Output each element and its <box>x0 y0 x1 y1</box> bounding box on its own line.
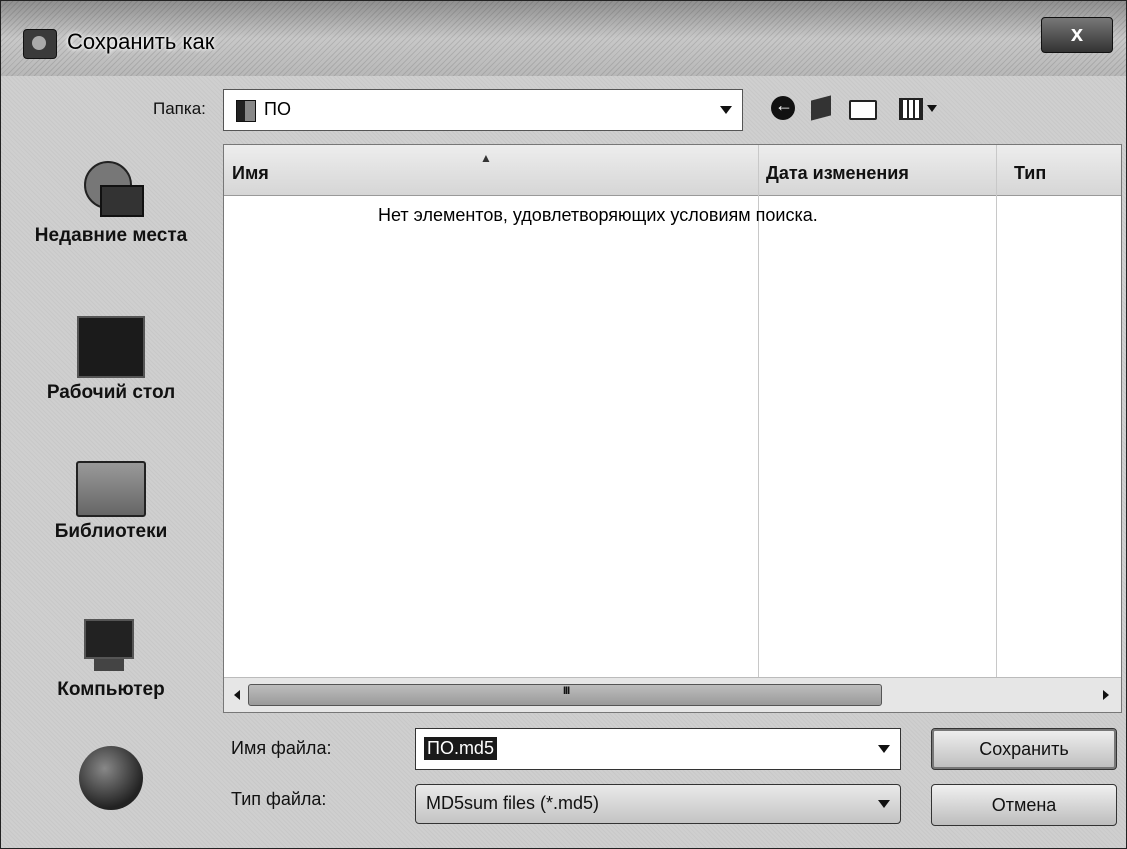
scroll-right-icon[interactable] <box>1103 690 1109 700</box>
place-label: Компьютер <box>57 679 165 700</box>
column-header: Имя ▲ Дата изменения Тип <box>224 145 1121 196</box>
empty-message: Нет элементов, удовлетворяющих условиям … <box>378 205 818 225</box>
place-libraries[interactable]: Библиотеки <box>1 461 221 547</box>
desktop-icon <box>77 316 145 378</box>
places-bar: Недавние места Рабочий стол Библиотеки К… <box>1 141 221 848</box>
chevron-down-icon[interactable] <box>878 800 890 808</box>
up-folder-icon[interactable] <box>809 94 839 122</box>
place-label: Библиотеки <box>54 521 168 542</box>
column-divider[interactable] <box>996 145 997 712</box>
cancel-button[interactable]: Отмена <box>931 784 1117 826</box>
view-menu-icon[interactable] <box>899 94 951 122</box>
window-title: Сохранить как <box>67 29 215 54</box>
chevron-down-icon[interactable] <box>720 106 732 114</box>
recent-places-icon <box>76 161 146 221</box>
close-button[interactable]: x <box>1041 17 1113 53</box>
filename-input[interactable]: ПО.md5 <box>415 728 901 770</box>
file-list[interactable]: Имя ▲ Дата изменения Тип Нет элементов, … <box>223 144 1122 713</box>
folder-icon <box>236 100 256 122</box>
place-label: Недавние места <box>34 225 188 246</box>
folder-name: ПО <box>264 99 291 119</box>
scroll-left-icon[interactable] <box>234 690 240 700</box>
place-computer[interactable]: Компьютер <box>1 619 221 705</box>
place-recent[interactable]: Недавние места <box>1 161 221 251</box>
column-divider[interactable] <box>758 145 759 712</box>
column-name[interactable]: Имя <box>232 145 269 195</box>
filename-value[interactable]: ПО.md5 <box>424 737 497 760</box>
filetype-value: MD5sum files (*.md5) <box>426 793 600 813</box>
libraries-icon <box>76 461 146 517</box>
filename-label: Имя файла: <box>231 738 332 758</box>
save-as-dialog: Сохранить как x Папка: ПО Недавние места… <box>0 0 1127 849</box>
save-button[interactable]: Сохранить <box>931 728 1117 770</box>
computer-icon <box>84 619 138 675</box>
place-desktop[interactable]: Рабочий стол <box>1 316 221 408</box>
network-icon <box>79 746 143 810</box>
title-bar[interactable]: Сохранить как x <box>1 1 1126 76</box>
chevron-down-icon[interactable] <box>878 745 890 753</box>
place-network[interactable] <box>1 746 221 810</box>
back-icon[interactable] <box>771 94 801 122</box>
column-type[interactable]: Тип <box>1014 145 1046 195</box>
new-folder-icon[interactable] <box>849 94 879 122</box>
scroll-thumb[interactable] <box>248 684 882 706</box>
folder-label: Папка: <box>153 99 206 118</box>
column-date[interactable]: Дата изменения <box>766 145 909 195</box>
folder-dropdown[interactable]: ПО <box>223 89 743 131</box>
filetype-select[interactable]: MD5sum files (*.md5) <box>415 784 901 824</box>
horizontal-scrollbar[interactable] <box>224 677 1121 712</box>
place-label: Рабочий стол <box>46 382 176 403</box>
filetype-label: Тип файла: <box>231 789 327 809</box>
app-icon <box>23 29 57 59</box>
sort-up-icon: ▲ <box>480 151 492 165</box>
